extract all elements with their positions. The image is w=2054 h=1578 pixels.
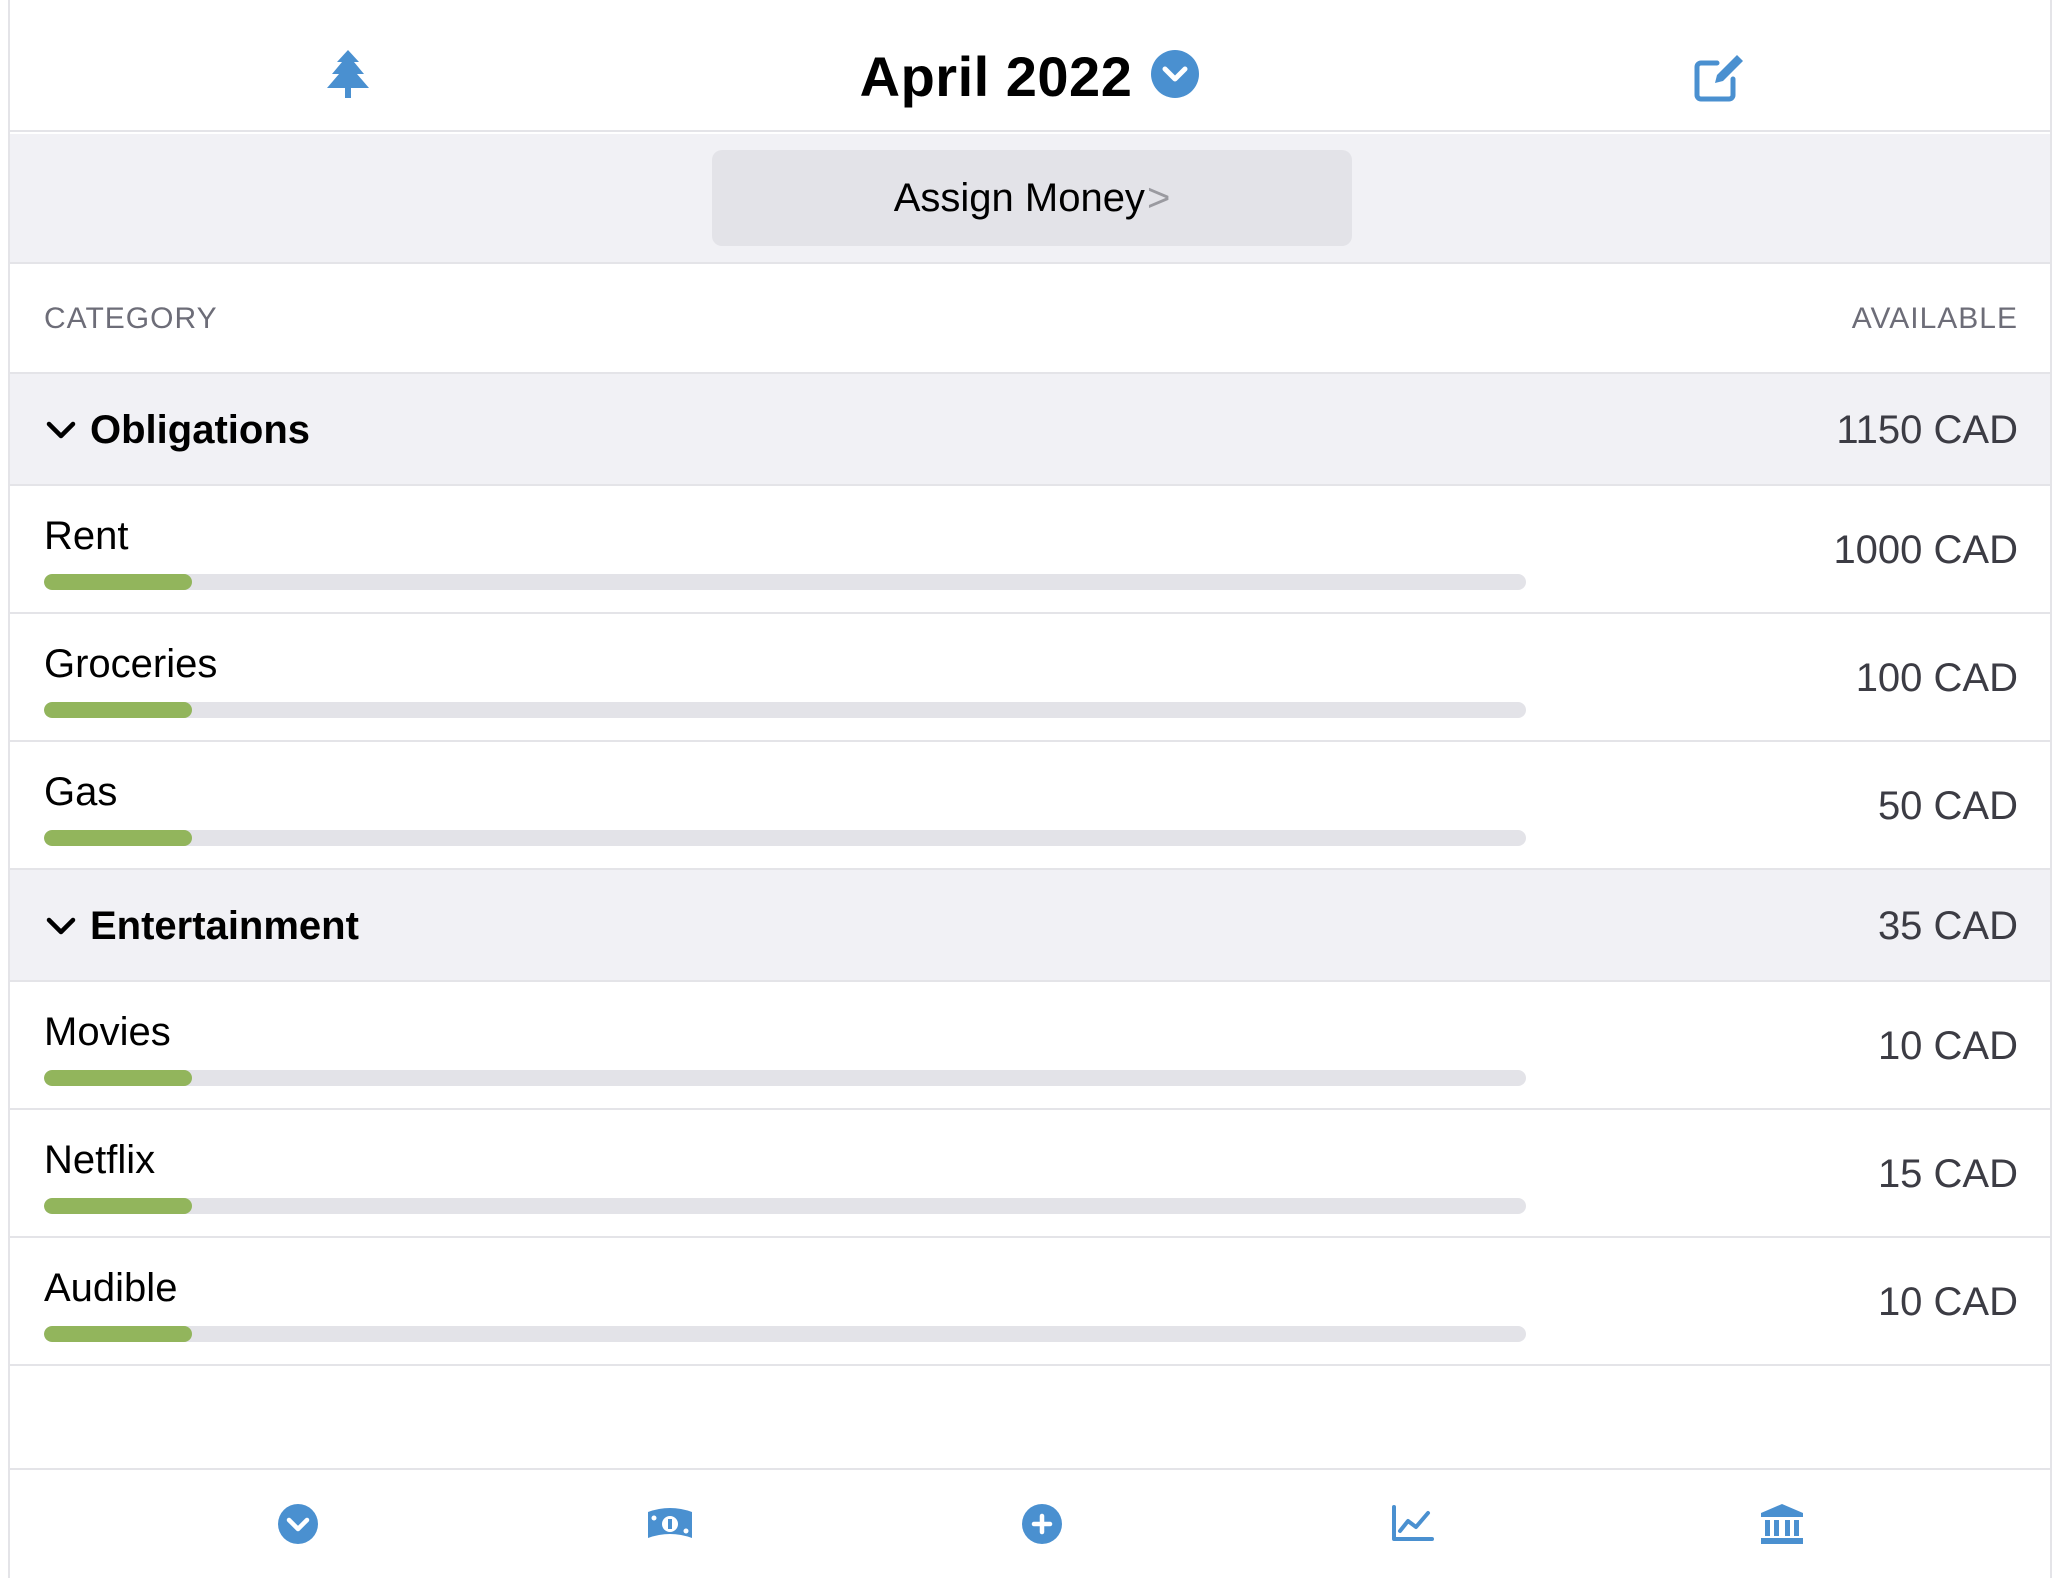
category-list: Obligations 1150 CAD Rent 1000 CAD Groce… — [10, 374, 2050, 1366]
category-name: Rent — [44, 514, 129, 558]
category-amount: 50 CAD — [1877, 784, 2018, 828]
progress-fill — [44, 574, 193, 590]
budget-app: April 2022 Assign Money > CATEGORY AVAILA… — [8, 0, 2052, 1578]
tab-add[interactable] — [1014, 1498, 1070, 1554]
assign-money-label: Assign Money — [893, 175, 1145, 220]
category-amount: 15 CAD — [1877, 1152, 2018, 1196]
plus-circle-icon — [1021, 1503, 1063, 1550]
tab-reports[interactable] — [1384, 1498, 1440, 1554]
category-row-audible[interactable]: Audible 10 CAD — [10, 1238, 2050, 1366]
progress-bar — [44, 830, 1526, 846]
assign-money-button[interactable]: Assign Money > — [712, 150, 1352, 246]
group-name: Entertainment — [90, 904, 359, 948]
progress-fill — [44, 702, 193, 718]
progress-fill — [44, 1326, 193, 1342]
category-amount: 10 CAD — [1877, 1024, 2018, 1068]
chevron-right-icon: > — [1146, 175, 1171, 220]
chevron-down-circle-icon — [1150, 49, 1200, 104]
progress-fill — [44, 1198, 193, 1214]
tab-accounts[interactable] — [1754, 1498, 1810, 1554]
chevron-down-icon — [44, 910, 78, 944]
category-row-gas[interactable]: Gas 50 CAD — [10, 742, 2050, 870]
progress-bar — [44, 1326, 1526, 1342]
category-name: Movies — [44, 1010, 171, 1054]
category-amount: 100 CAD — [1855, 656, 2018, 700]
group-amount: 1150 CAD — [1836, 408, 2018, 452]
category-name: Netflix — [44, 1138, 156, 1182]
edit-icon[interactable] — [1690, 46, 1750, 106]
top-header: April 2022 — [10, 0, 2050, 132]
money-bill-icon — [646, 1506, 694, 1547]
category-column-label: CATEGORY — [44, 302, 218, 335]
progress-bar — [44, 1070, 1526, 1086]
assign-money-bar: Assign Money > — [10, 134, 2050, 264]
category-name: Gas — [44, 770, 118, 814]
category-row-movies[interactable]: Movies 10 CAD — [10, 982, 2050, 1110]
group-row-entertainment[interactable]: Entertainment 35 CAD — [10, 870, 2050, 982]
bank-icon — [1760, 1503, 1804, 1550]
category-row-rent[interactable]: Rent 1000 CAD — [10, 486, 2050, 614]
progress-fill — [44, 830, 193, 846]
tab-transactions[interactable] — [642, 1498, 698, 1554]
chevron-down-circle-icon — [277, 1503, 319, 1550]
group-row-obligations[interactable]: Obligations 1150 CAD — [10, 374, 2050, 486]
progress-bar — [44, 702, 1526, 718]
progress-bar — [44, 1198, 1526, 1214]
progress-bar — [44, 574, 1526, 590]
line-chart-icon — [1390, 1504, 1434, 1548]
group-amount: 35 CAD — [1877, 904, 2018, 948]
group-name: Obligations — [90, 408, 310, 452]
chevron-down-icon — [44, 414, 78, 448]
category-row-netflix[interactable]: Netflix 15 CAD — [10, 1110, 2050, 1238]
category-row-groceries[interactable]: Groceries 100 CAD — [10, 614, 2050, 742]
category-amount: 10 CAD — [1877, 1280, 2018, 1324]
category-name: Audible — [44, 1266, 178, 1310]
column-header: CATEGORY AVAILABLE — [10, 266, 2050, 374]
category-name: Groceries — [44, 642, 218, 686]
progress-fill — [44, 1070, 193, 1086]
bottom-tab-bar — [10, 1468, 2050, 1578]
available-column-label: AVAILABLE — [1851, 302, 2018, 335]
page-title: April 2022 — [859, 44, 1133, 108]
category-amount: 1000 CAD — [1833, 528, 2018, 572]
tab-budget[interactable] — [270, 1498, 326, 1554]
